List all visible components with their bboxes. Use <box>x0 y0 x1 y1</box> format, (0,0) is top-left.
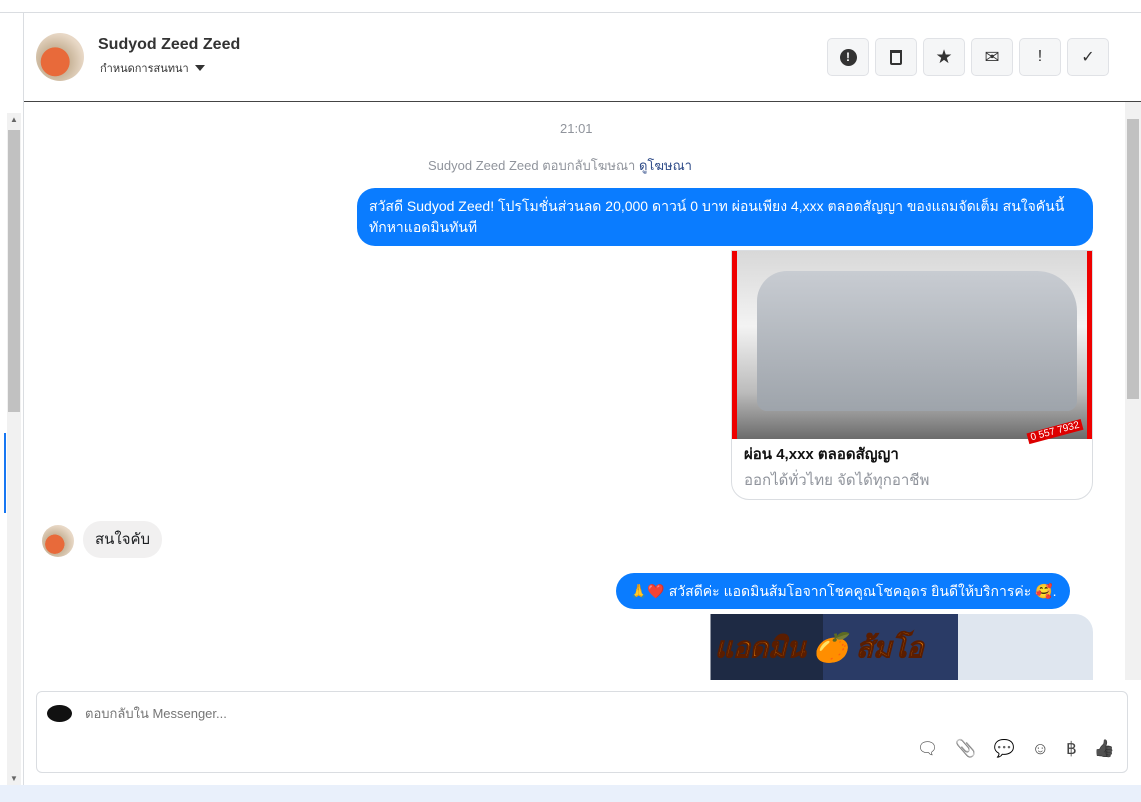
card-subtitle: ออกได้ทั่วไทย จัดได้ทุกอาชีพ <box>744 472 930 489</box>
baht-icon[interactable]: ฿ <box>1066 739 1077 759</box>
emoji-icon[interactable]: ☺ <box>1032 739 1049 759</box>
envelope-icon: ✉ <box>984 46 1000 67</box>
sender-avatar <box>42 525 74 557</box>
message-scrollbar[interactable] <box>1125 102 1141 680</box>
delete-button[interactable] <box>875 38 917 76</box>
check-icon: ✓ <box>1081 49 1095 66</box>
trash-icon <box>890 49 902 65</box>
attach-icon[interactable]: 📎 <box>955 739 976 759</box>
message-scrollbar-thumb[interactable] <box>1127 119 1139 399</box>
car-image: 0 557 7932 <box>732 251 1092 445</box>
outgoing-message: สวัสดี Sudyod Zeed! โปรโมชั่นส่วนลด 20,0… <box>357 188 1093 246</box>
timestamp: 21:01 <box>560 121 593 136</box>
alert-circle-icon: ! <box>839 48 857 66</box>
like-icon[interactable]: 👍 <box>1094 739 1115 759</box>
card-title: ผ่อน 4,xxx ตลอดสัญญา <box>744 446 899 463</box>
pickup-truck-graphic <box>757 271 1077 411</box>
contact-avatar[interactable] <box>36 33 84 81</box>
contact-name[interactable]: Sudyod Zeed Zeed <box>98 36 240 54</box>
banner-text: แอดมิน 🍊 ส้มโอ <box>714 632 924 664</box>
message-list: 21:01 Sudyod Zeed Zeed ตอบกลับโฆษณา ดูโฆ… <box>24 102 1141 680</box>
selection-indicator <box>4 433 6 513</box>
important-button[interactable]: ! <box>1019 38 1061 76</box>
exclamation-icon: ! <box>1037 48 1043 65</box>
header-toolbar: ! ★ ✉ ! ✓ <box>827 38 1109 76</box>
card-phone-text: 0 557 7932 <box>1026 418 1084 445</box>
mark-unread-button[interactable]: ✉ <box>971 38 1013 76</box>
page-avatar <box>47 705 72 722</box>
saved-reply-icon[interactable]: 🗨 <box>917 739 939 759</box>
spam-button[interactable]: ! <box>827 38 869 76</box>
reply-input[interactable] <box>85 706 685 721</box>
view-ad-link[interactable]: ดูโฆษณา <box>639 158 692 173</box>
star-button[interactable]: ★ <box>923 38 965 76</box>
conversation-header: Sudyod Zeed Zeed กำหนดการสนทนา ! ★ ✉ ! ✓ <box>24 13 1141 102</box>
ad-reply-note: Sudyod Zeed Zeed ตอบกลับโฆษณา ดูโฆษณา <box>428 155 692 176</box>
composer: 🗨 📎 💬 ☺ ฿ 👍 <box>36 691 1128 773</box>
caret-down-icon <box>194 65 205 71</box>
bottom-bar <box>0 785 1141 802</box>
ad-reply-text: Sudyod Zeed Zeed ตอบกลับโฆษณา <box>428 158 636 173</box>
star-icon: ★ <box>935 46 953 68</box>
conversation-settings-dropdown[interactable]: กำหนดการสนทนา <box>100 59 205 77</box>
left-scrollbar[interactable]: ▲ ▼ <box>7 113 21 785</box>
composer-actions: 🗨 📎 💬 ☺ ฿ 👍 <box>917 739 1115 759</box>
left-scrollbar-thumb[interactable] <box>8 130 20 412</box>
incoming-message: สนใจคับ <box>83 521 163 558</box>
outgoing-message: 🙏❤️ สวัสดีค่ะ แอดมินส้มโอจากโชคคูณโชคอุด… <box>616 573 1071 609</box>
admin-banner-image: แอดมิน 🍊 ส้มโอ <box>643 614 1093 680</box>
quick-reply-icon[interactable]: 💬 <box>993 739 1014 759</box>
conversation-settings-label: กำหนดการสนทนา <box>100 63 189 75</box>
done-button[interactable]: ✓ <box>1067 38 1109 76</box>
ad-card[interactable]: 0 557 7932 ผ่อน 4,xxx ตลอดสัญญา ออกได้ทั… <box>731 250 1093 500</box>
